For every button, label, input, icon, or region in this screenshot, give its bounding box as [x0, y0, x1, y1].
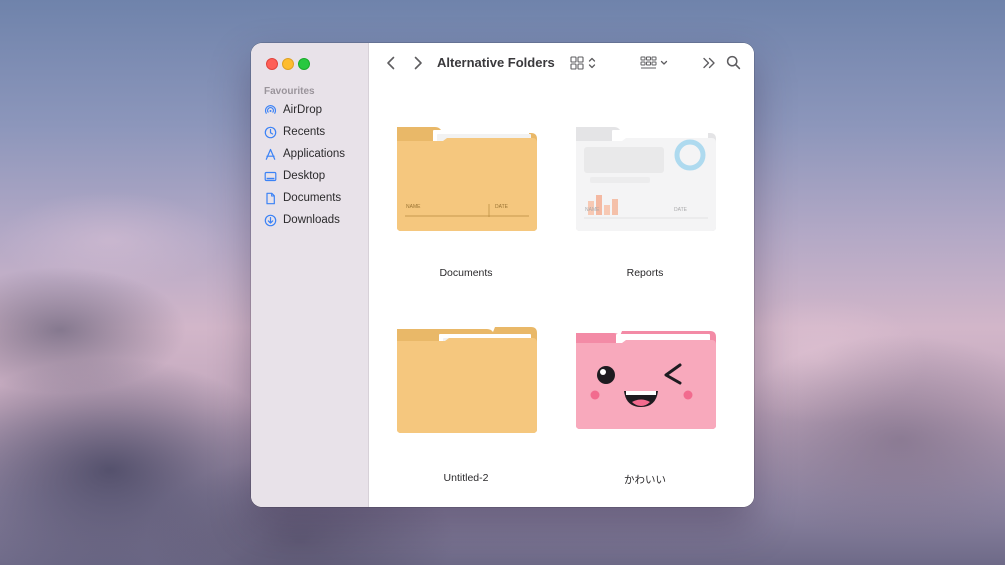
- sidebar-section-title: Favourites: [264, 86, 315, 97]
- sidebar-item-recents[interactable]: Recents: [264, 123, 364, 141]
- finder-window: Favourites AirDrop Recents Applications …: [251, 43, 754, 507]
- close-window-button[interactable]: [266, 58, 278, 70]
- view-mode-button[interactable]: [569, 54, 599, 72]
- folder-tab-label-name: NAME: [585, 207, 600, 213]
- file-item-kawaii[interactable]: かわいい: [570, 323, 720, 486]
- window-title: Alternative Folders: [437, 55, 555, 70]
- maximize-window-button[interactable]: [298, 58, 310, 70]
- file-item-reports[interactable]: NAME DATE Reports: [570, 121, 720, 281]
- folder-icon: [397, 327, 537, 433]
- sidebar-item-desktop[interactable]: Desktop: [264, 167, 364, 185]
- back-button[interactable]: [383, 54, 399, 72]
- sidebar-item-airdrop[interactable]: AirDrop: [264, 101, 364, 119]
- airdrop-icon: [264, 104, 277, 117]
- folder-tab-label-date: DATE: [674, 207, 688, 213]
- more-toolbar-button[interactable]: [701, 55, 717, 71]
- sidebar-item-label: Downloads: [283, 214, 340, 226]
- folder-icon: NAME DATE: [397, 127, 537, 231]
- group-by-button[interactable]: [639, 54, 671, 72]
- kawaii-folder-icon: [576, 331, 716, 429]
- sidebar-item-downloads[interactable]: Downloads: [264, 211, 364, 229]
- applications-icon: [264, 148, 277, 161]
- sidebar-item-label: Desktop: [283, 170, 326, 182]
- file-name-label: Documents: [439, 267, 493, 279]
- file-name-label: Reports: [626, 267, 664, 279]
- download-icon: [264, 214, 277, 227]
- sidebar-item-label: AirDrop: [283, 104, 322, 116]
- sidebar-item-label: Documents: [283, 192, 342, 204]
- double-chevron-right-icon: [703, 57, 715, 69]
- group-grid-icon: [640, 56, 657, 69]
- sidebar-item-applications[interactable]: Applications: [264, 145, 364, 163]
- chevron-updown-icon: [588, 57, 596, 69]
- icon-grid-icon: [570, 56, 584, 70]
- main-content: Alternative Folders NAME DATE Documents …: [369, 43, 754, 507]
- chevron-right-icon: [414, 56, 422, 70]
- forward-button[interactable]: [410, 54, 426, 72]
- folder-tab-label-name: NAME: [406, 204, 421, 210]
- report-folder-icon: NAME DATE: [576, 127, 716, 231]
- search-icon: [726, 55, 740, 69]
- file-item-untitled-2[interactable]: Untitled-2: [391, 323, 541, 484]
- search-button[interactable]: [725, 54, 741, 70]
- chevron-down-icon: [660, 60, 668, 65]
- file-item-documents[interactable]: NAME DATE Documents: [391, 121, 541, 281]
- file-name-label: かわいい: [624, 474, 666, 486]
- desktop-icon: [264, 170, 277, 183]
- document-icon: [264, 192, 277, 205]
- minimize-window-button[interactable]: [282, 58, 294, 70]
- file-name-label: Untitled-2: [443, 472, 489, 484]
- folder-tab-label-date: DATE: [495, 204, 509, 210]
- sidebar-item-documents[interactable]: Documents: [264, 189, 364, 207]
- chevron-left-icon: [387, 56, 395, 70]
- sidebar-item-label: Recents: [283, 126, 326, 138]
- clock-icon: [264, 126, 277, 139]
- sidebar: Favourites AirDrop Recents Applications …: [251, 43, 369, 507]
- sidebar-item-label: Applications: [283, 148, 346, 160]
